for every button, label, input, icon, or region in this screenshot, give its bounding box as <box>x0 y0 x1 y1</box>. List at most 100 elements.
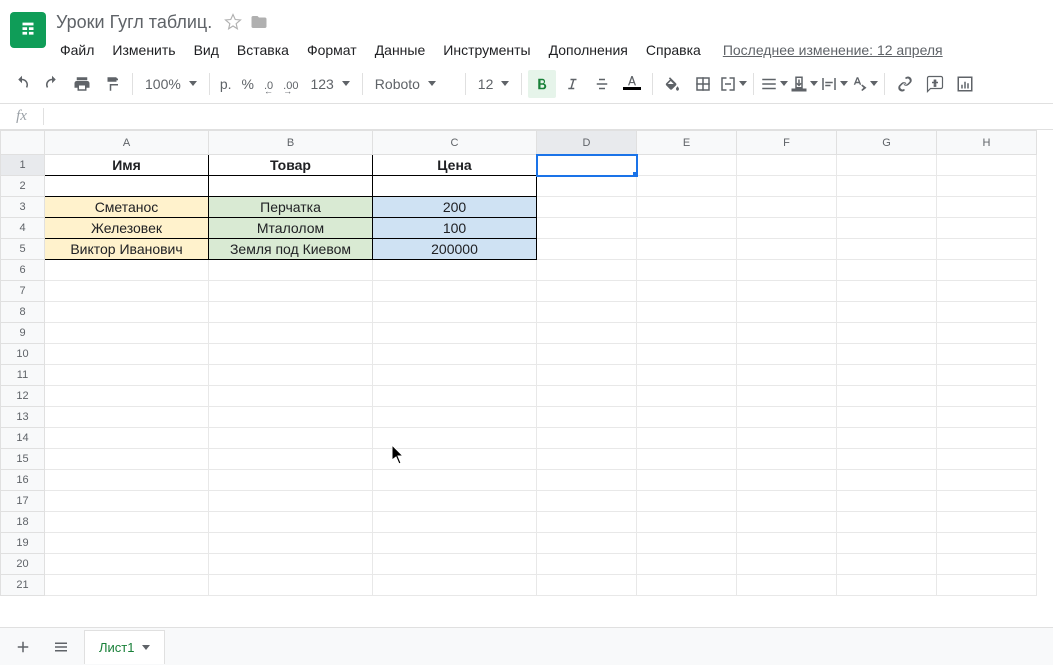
cell[interactable] <box>373 428 537 449</box>
cell[interactable] <box>373 407 537 428</box>
cell[interactable] <box>45 365 209 386</box>
cell[interactable] <box>373 176 537 197</box>
cell[interactable] <box>373 491 537 512</box>
cell[interactable] <box>937 344 1037 365</box>
row-header[interactable]: 4 <box>1 218 45 239</box>
cell[interactable] <box>737 344 837 365</box>
cell[interactable] <box>373 512 537 533</box>
column-header[interactable]: C <box>373 131 537 155</box>
cell[interactable] <box>537 239 637 260</box>
column-header[interactable]: H <box>937 131 1037 155</box>
row-header[interactable]: 7 <box>1 281 45 302</box>
cell[interactable] <box>537 575 637 596</box>
menu-view[interactable]: Вид <box>186 38 227 62</box>
cell[interactable] <box>637 260 737 281</box>
cell[interactable] <box>837 512 937 533</box>
cell[interactable] <box>45 470 209 491</box>
menu-addons[interactable]: Дополнения <box>541 38 636 62</box>
cell[interactable] <box>209 575 373 596</box>
cell[interactable] <box>373 260 537 281</box>
cell[interactable] <box>837 260 937 281</box>
cell[interactable]: Товар <box>209 155 373 176</box>
column-header[interactable]: D <box>537 131 637 155</box>
borders-button[interactable] <box>689 70 717 98</box>
cell[interactable] <box>837 155 937 176</box>
column-header[interactable]: G <box>837 131 937 155</box>
move-folder-icon[interactable] <box>250 13 268 31</box>
cell[interactable] <box>737 323 837 344</box>
redo-button[interactable] <box>38 70 66 98</box>
cell[interactable] <box>373 386 537 407</box>
cell[interactable] <box>937 386 1037 407</box>
cell[interactable] <box>637 155 737 176</box>
cell[interactable] <box>737 197 837 218</box>
cell[interactable] <box>937 512 1037 533</box>
select-all-corner[interactable] <box>1 131 45 155</box>
grid[interactable]: ABCDEFGH1ИмяТоварЦена23СметаносПерчатка2… <box>0 130 1053 627</box>
cell[interactable]: Виктор Иванович <box>45 239 209 260</box>
row-header[interactable]: 9 <box>1 323 45 344</box>
cell[interactable] <box>937 554 1037 575</box>
cell[interactable] <box>837 491 937 512</box>
row-header[interactable]: 12 <box>1 386 45 407</box>
cell[interactable] <box>373 323 537 344</box>
cell[interactable] <box>537 218 637 239</box>
cell[interactable] <box>209 365 373 386</box>
cell[interactable] <box>537 407 637 428</box>
cell[interactable] <box>837 218 937 239</box>
menu-help[interactable]: Справка <box>638 38 709 62</box>
cell[interactable] <box>209 428 373 449</box>
cell[interactable]: Перчатка <box>209 197 373 218</box>
text-rotation-button[interactable] <box>850 70 878 98</box>
row-header[interactable]: 20 <box>1 554 45 575</box>
cell[interactable] <box>837 323 937 344</box>
cell[interactable] <box>537 281 637 302</box>
row-header[interactable]: 5 <box>1 239 45 260</box>
cell[interactable] <box>837 575 937 596</box>
cell[interactable]: Имя <box>45 155 209 176</box>
cell[interactable] <box>837 302 937 323</box>
cell[interactable] <box>45 302 209 323</box>
cell[interactable]: Земля под Киевом <box>209 239 373 260</box>
menu-tools[interactable]: Инструменты <box>435 38 538 62</box>
cell[interactable] <box>373 449 537 470</box>
row-header[interactable]: 17 <box>1 491 45 512</box>
cell[interactable] <box>637 218 737 239</box>
cell[interactable] <box>737 575 837 596</box>
cell[interactable] <box>373 554 537 575</box>
cell[interactable] <box>737 281 837 302</box>
cell[interactable] <box>837 428 937 449</box>
cell[interactable] <box>737 386 837 407</box>
cell[interactable] <box>937 470 1037 491</box>
decrease-decimal-button[interactable]: .0← <box>260 70 277 98</box>
cell[interactable] <box>937 197 1037 218</box>
cell[interactable] <box>45 575 209 596</box>
cell[interactable] <box>637 575 737 596</box>
cell[interactable] <box>837 281 937 302</box>
row-header[interactable]: 14 <box>1 428 45 449</box>
cell[interactable] <box>209 407 373 428</box>
cell[interactable]: 200 <box>373 197 537 218</box>
cell[interactable] <box>45 386 209 407</box>
cell[interactable] <box>209 302 373 323</box>
insert-link-button[interactable] <box>891 70 919 98</box>
cell[interactable] <box>737 470 837 491</box>
cell[interactable] <box>737 155 837 176</box>
cell[interactable] <box>45 554 209 575</box>
row-header[interactable]: 19 <box>1 533 45 554</box>
cell[interactable] <box>209 281 373 302</box>
row-header[interactable]: 3 <box>1 197 45 218</box>
cell[interactable] <box>373 533 537 554</box>
text-wrap-button[interactable] <box>820 70 848 98</box>
horizontal-align-button[interactable] <box>760 70 788 98</box>
cell[interactable] <box>45 428 209 449</box>
row-header[interactable]: 21 <box>1 575 45 596</box>
cell[interactable] <box>537 302 637 323</box>
cell[interactable] <box>209 386 373 407</box>
cell[interactable] <box>737 407 837 428</box>
column-header[interactable]: E <box>637 131 737 155</box>
cell[interactable] <box>537 155 637 176</box>
cell[interactable] <box>45 407 209 428</box>
cell[interactable] <box>537 470 637 491</box>
sheet-tab[interactable]: Лист1 <box>84 630 165 664</box>
